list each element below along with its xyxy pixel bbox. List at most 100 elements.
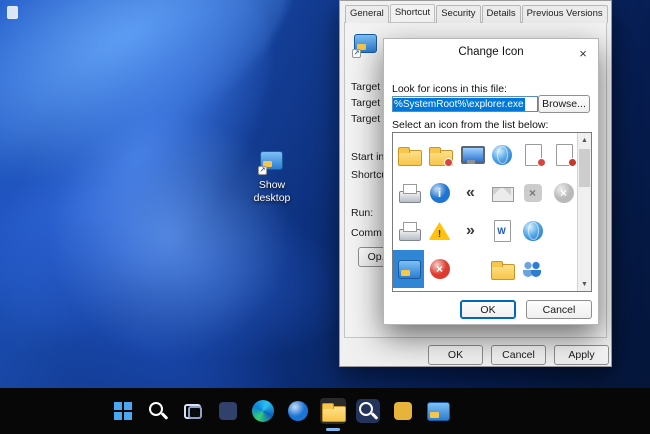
envelope-icon (490, 181, 514, 205)
tab-general[interactable]: General (345, 5, 389, 23)
close-icon[interactable]: × (574, 44, 592, 62)
printer-document-icon (397, 219, 421, 243)
warning-icon: ! (428, 219, 452, 243)
shortcut-properties-icon: ↗ (352, 31, 379, 58)
shortcut-label: Show desktop (253, 179, 291, 204)
file-explorer-button (321, 399, 346, 423)
dialog-title: Change Icon (458, 46, 524, 58)
folder-icon (490, 257, 515, 281)
show-desktop-shortcut[interactable]: ↗ Show desktop (232, 148, 312, 204)
select-icon-label: Select an icon from the list below: (392, 119, 549, 131)
start-button[interactable] (110, 398, 136, 424)
globe-computer-icon (490, 143, 514, 167)
tab-previous-versions[interactable]: Previous Versions (521, 5, 608, 23)
globe-page-icon (521, 219, 545, 243)
explorer-window-icon (397, 257, 421, 281)
tab-security[interactable]: Security (436, 5, 481, 23)
icon-cell-empty-cell (455, 250, 486, 288)
scroll-up-icon[interactable]: ▲ (578, 133, 591, 147)
icon-cell-folder-open-icon[interactable] (393, 136, 424, 174)
empty-cell (552, 219, 576, 243)
taskbar-icons (110, 388, 451, 434)
icon-cell-empty-cell (548, 250, 579, 288)
scrollbar[interactable]: ▲ ▼ (577, 133, 591, 291)
icon-cell-document-blocked-icon[interactable] (548, 136, 579, 174)
search-button[interactable] (145, 398, 171, 424)
document-error-icon (521, 143, 546, 167)
file-explorer-button[interactable] (320, 398, 346, 424)
search-button (146, 399, 170, 423)
printer-icon (397, 181, 421, 205)
change-icon-cancel-button[interactable]: Cancel (526, 300, 592, 319)
icon-cell-error-x-icon[interactable]: × (424, 250, 455, 288)
task-view-button[interactable] (180, 398, 206, 424)
icon-cell-computer-monitor-icon[interactable] (455, 136, 486, 174)
empty-cell (552, 257, 576, 281)
error-x-icon: × (428, 257, 452, 281)
package-close-icon: × (521, 181, 545, 205)
info-icon: i (428, 181, 452, 205)
explorer-shortcut-icon: ↗ (258, 148, 285, 175)
icon-cell-envelope-icon[interactable] (486, 174, 517, 212)
icon-cell-warning-icon[interactable]: ! (424, 212, 455, 250)
partial-desktop-icon[interactable] (7, 6, 18, 19)
icon-cell-folder-icon[interactable] (486, 250, 517, 288)
word-document-icon: W (490, 219, 514, 243)
folder-error-icon (428, 143, 453, 167)
look-for-icons-label: Look for icons in this file: (392, 83, 507, 95)
icon-cell-document-error-icon[interactable] (517, 136, 548, 174)
chevrons-right-icon: » (466, 222, 475, 239)
start-button (111, 399, 135, 423)
browser-blue-button (286, 399, 310, 423)
chevrons-left-icon: « (466, 184, 475, 201)
explorer-window-button (426, 399, 450, 423)
shortcut-arrow-icon: ↗ (352, 49, 361, 58)
scrollbar-thumb[interactable] (579, 149, 590, 187)
icon-cell-gray-x-circle-icon[interactable]: × (548, 174, 579, 212)
change-icon-dialog: Change Icon × Look for icons in this fil… (383, 38, 599, 325)
properties-cancel-button[interactable]: Cancel (491, 345, 546, 365)
field-label-target-location: Target (351, 97, 381, 109)
document-blocked-icon (552, 143, 577, 167)
field-label-start-in: Start in (351, 151, 385, 163)
icon-grid: i « × ×! » W × (393, 133, 579, 288)
icon-cell-printer-icon[interactable] (393, 174, 424, 212)
file-path-input[interactable]: %SystemRoot%\explorer.exe (392, 96, 538, 112)
taskbar (0, 388, 650, 434)
explorer-window-button[interactable] (425, 398, 451, 424)
gray-x-circle-icon: × (552, 181, 576, 205)
browser-blue-button[interactable] (285, 398, 311, 424)
icon-cell-globe-page-icon[interactable] (517, 212, 548, 250)
icon-cell-explorer-window-icon[interactable] (393, 250, 424, 288)
field-label-run: Run: (351, 207, 374, 219)
properties-apply-button[interactable]: Apply (554, 345, 609, 365)
edge-browser-button (251, 399, 275, 423)
change-icon-ok-button[interactable]: OK (460, 300, 516, 319)
browse-button[interactable]: Browse... (538, 95, 590, 113)
icon-cell-chevrons-right-icon: » (455, 212, 486, 250)
properties-ok-button[interactable]: OK (428, 345, 483, 365)
search-app-button[interactable] (355, 398, 381, 424)
icon-cell-folder-error-icon[interactable] (424, 136, 455, 174)
icon-cell-info-icon[interactable]: i (424, 174, 455, 212)
icon-list-box: i « × ×! » W × ▲ ▼ (392, 132, 592, 292)
icon-cell-package-close-icon[interactable]: × (517, 174, 548, 212)
empty-cell (459, 257, 483, 281)
properties-tab-strip: General Shortcut Security Details Previo… (345, 4, 608, 23)
icon-cell-word-document-icon[interactable]: W (486, 212, 517, 250)
tab-shortcut[interactable]: Shortcut (389, 4, 436, 22)
search-app-button (356, 399, 380, 423)
icon-cell-globe-computer-icon[interactable] (486, 136, 517, 174)
users-icon (521, 257, 545, 281)
edge-browser-button[interactable] (250, 398, 276, 424)
widgets-button[interactable] (215, 398, 241, 424)
icon-cell-printer-document-icon[interactable] (393, 212, 424, 250)
scroll-down-icon[interactable]: ▼ (578, 277, 591, 291)
folder-app-button (391, 399, 415, 423)
shortcut-arrow-icon: ↗ (258, 166, 267, 175)
widgets-button (216, 399, 240, 423)
folder-app-button[interactable] (390, 398, 416, 424)
icon-cell-users-icon[interactable] (517, 250, 548, 288)
tab-details[interactable]: Details (481, 5, 521, 23)
computer-monitor-icon (459, 143, 485, 167)
